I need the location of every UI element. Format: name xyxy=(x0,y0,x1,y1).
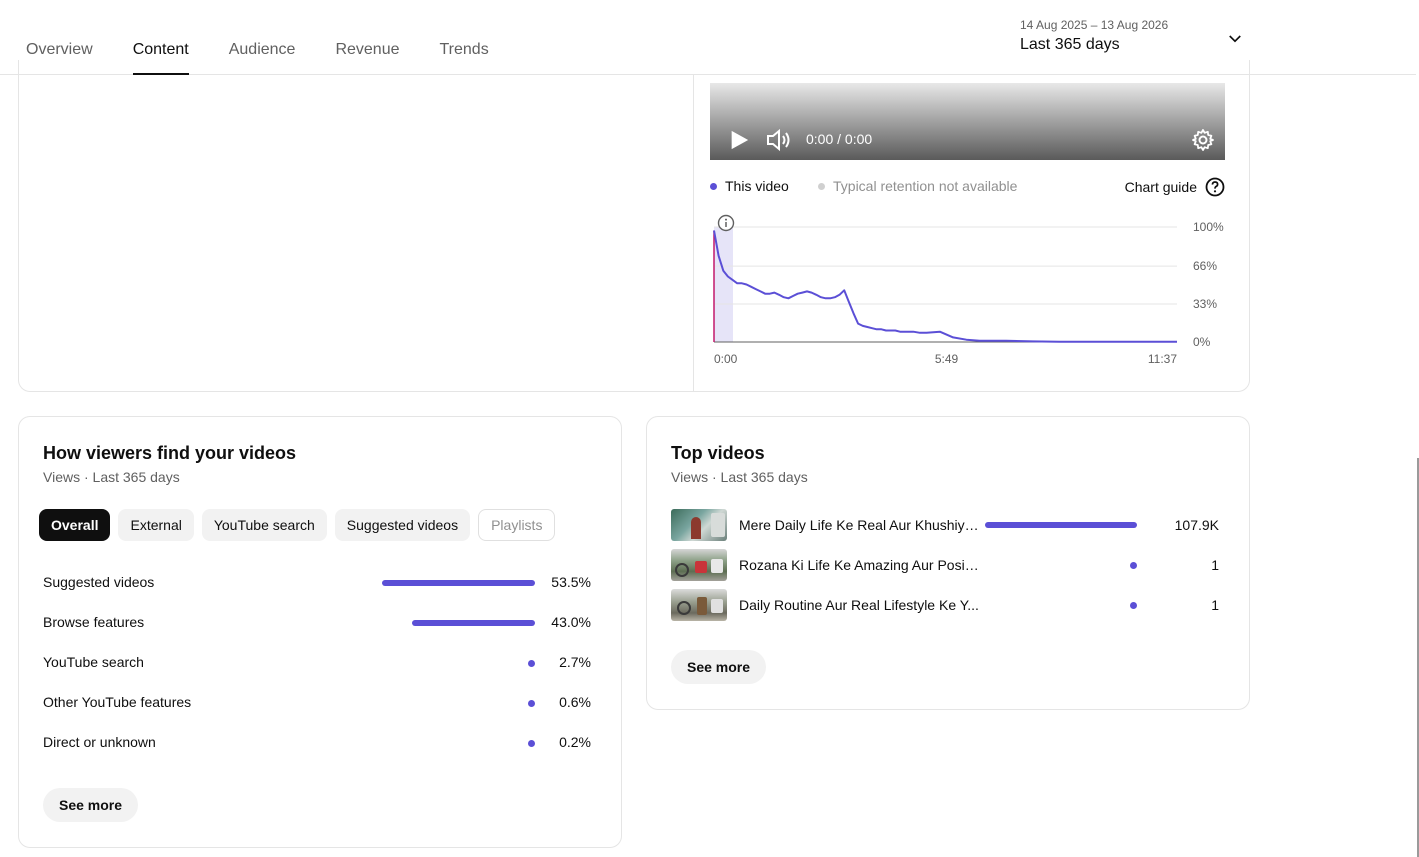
traffic-row: Other YouTube features 0.6% xyxy=(43,694,591,714)
y-tick-label: 33% xyxy=(1193,297,1217,311)
video-thumbnail[interactable] xyxy=(671,549,727,581)
traffic-source-value: 0.2% xyxy=(559,734,591,750)
traffic-filter-chips: Overall External YouTube search Suggeste… xyxy=(39,509,556,541)
traffic-source-value: 0.6% xyxy=(559,694,591,710)
traffic-card-title: How viewers find your videos xyxy=(43,443,297,463)
video-title[interactable]: Daily Routine Aur Real Lifestyle Ke Y... xyxy=(739,597,979,613)
legend-this-video: This video xyxy=(710,178,789,194)
legend-typical-retention: Typical retention not available xyxy=(818,178,1017,194)
chip-external[interactable]: External xyxy=(118,509,194,541)
top-videos-see-more-button[interactable]: See more xyxy=(671,650,767,684)
x-tick-label: 0:00 xyxy=(714,352,738,366)
top-videos-subtitle: Views · Last 365 days xyxy=(671,469,808,485)
y-tick-label: 100% xyxy=(1193,220,1224,234)
traffic-source-value: 43.0% xyxy=(551,614,591,630)
date-range-selector[interactable]: 14 Aug 2025 – 13 Aug 2026 Last 365 days xyxy=(1020,18,1250,62)
traffic-sources-card: How viewers find your videos Views · Las… xyxy=(18,416,622,848)
video-player[interactable]: 0:00 / 0:00 xyxy=(710,83,1225,160)
volume-icon[interactable] xyxy=(766,128,792,152)
player-time-readout: 0:00 / 0:00 xyxy=(806,131,873,147)
y-axis-ticks: 100% 66% 33% 0% xyxy=(1193,220,1224,349)
chart-gridlines xyxy=(714,226,1177,343)
x-tick-label: 5:49 xyxy=(935,352,959,366)
chevron-down-icon xyxy=(1229,35,1241,43)
x-axis-ticks: 0:00 5:49 11:37 xyxy=(714,352,1177,366)
retention-divider xyxy=(693,75,694,391)
y-tick-label: 66% xyxy=(1193,259,1217,273)
traffic-bar xyxy=(381,580,535,586)
traffic-source-value: 53.5% xyxy=(551,574,591,590)
chip-youtube-search[interactable]: YouTube search xyxy=(201,509,327,541)
traffic-row: YouTube search 2.7% xyxy=(43,654,591,674)
y-tick-label: 0% xyxy=(1193,335,1211,349)
chip-playlists: Playlists xyxy=(478,509,556,541)
traffic-source-label: Browse features xyxy=(43,614,145,630)
retention-chart[interactable]: 100% 66% 33% 0% 0:00 5:49 11:37 xyxy=(700,205,1240,380)
top-video-row[interactable]: Daily Routine Aur Real Lifestyle Ke Y...… xyxy=(671,589,1219,621)
video-title[interactable]: Rozana Ki Life Ke Amazing Aur Posit... xyxy=(739,557,979,573)
video-views-value: 1 xyxy=(1211,557,1219,573)
traffic-source-label: Other YouTube features xyxy=(43,694,192,710)
legend-dot-this-video xyxy=(710,182,717,190)
traffic-source-label: Suggested videos xyxy=(43,574,155,590)
traffic-row: Direct or unknown 0.2% xyxy=(43,734,591,754)
traffic-bar xyxy=(412,620,535,626)
gear-icon[interactable] xyxy=(1191,128,1215,152)
legend-label-this-video: This video xyxy=(725,178,789,194)
traffic-see-more-button[interactable]: See more xyxy=(43,788,139,822)
video-thumbnail[interactable] xyxy=(671,509,727,541)
legend-label-typical: Typical retention not available xyxy=(833,178,1018,194)
traffic-dot xyxy=(528,700,535,707)
traffic-row: Suggested videos 53.5% xyxy=(43,574,591,594)
legend-dot-typical xyxy=(818,182,825,190)
info-icon[interactable] xyxy=(717,214,735,232)
traffic-row: Browse features 43.0% xyxy=(43,614,591,634)
chip-suggested-videos[interactable]: Suggested videos xyxy=(334,509,471,541)
video-views-dot xyxy=(1130,602,1137,609)
retention-legend: This video Typical retention not availab… xyxy=(710,177,1225,198)
video-thumbnail[interactable] xyxy=(671,589,727,621)
top-videos-card: Top videos Views · Last 365 days Mere Da… xyxy=(646,416,1250,710)
video-title[interactable]: Mere Daily Life Ke Real Aur Khushiyo... xyxy=(739,517,979,533)
series-line-this-video xyxy=(713,230,1177,343)
play-icon[interactable] xyxy=(728,129,750,151)
x-tick-label: 11:37 xyxy=(1148,352,1177,366)
chart-guide-label: Chart guide xyxy=(1124,179,1197,195)
date-range-label: Last 365 days xyxy=(1020,36,1120,53)
help-icon xyxy=(1205,177,1225,197)
video-views-dot xyxy=(1130,562,1137,569)
top-video-row[interactable]: Mere Daily Life Ke Real Aur Khushiyo... … xyxy=(671,509,1219,541)
top-video-row[interactable]: Rozana Ki Life Ke Amazing Aur Posit... 1 xyxy=(671,549,1219,581)
traffic-card-subtitle: Views · Last 365 days xyxy=(43,469,180,485)
video-views-value: 107.9K xyxy=(1174,517,1219,533)
chart-guide-link[interactable]: Chart guide xyxy=(1125,177,1225,197)
top-videos-title: Top videos xyxy=(671,443,765,463)
traffic-source-value: 2.7% xyxy=(559,654,591,670)
traffic-source-label: Direct or unknown xyxy=(43,734,156,750)
video-views-value: 1 xyxy=(1211,597,1219,613)
date-range-dates: 14 Aug 2025 – 13 Aug 2026 xyxy=(1020,18,1169,32)
traffic-dot xyxy=(528,660,535,667)
traffic-source-label: YouTube search xyxy=(43,654,144,670)
chip-overall[interactable]: Overall xyxy=(39,509,111,541)
video-views-bar xyxy=(985,522,1137,528)
traffic-dot xyxy=(528,740,535,747)
